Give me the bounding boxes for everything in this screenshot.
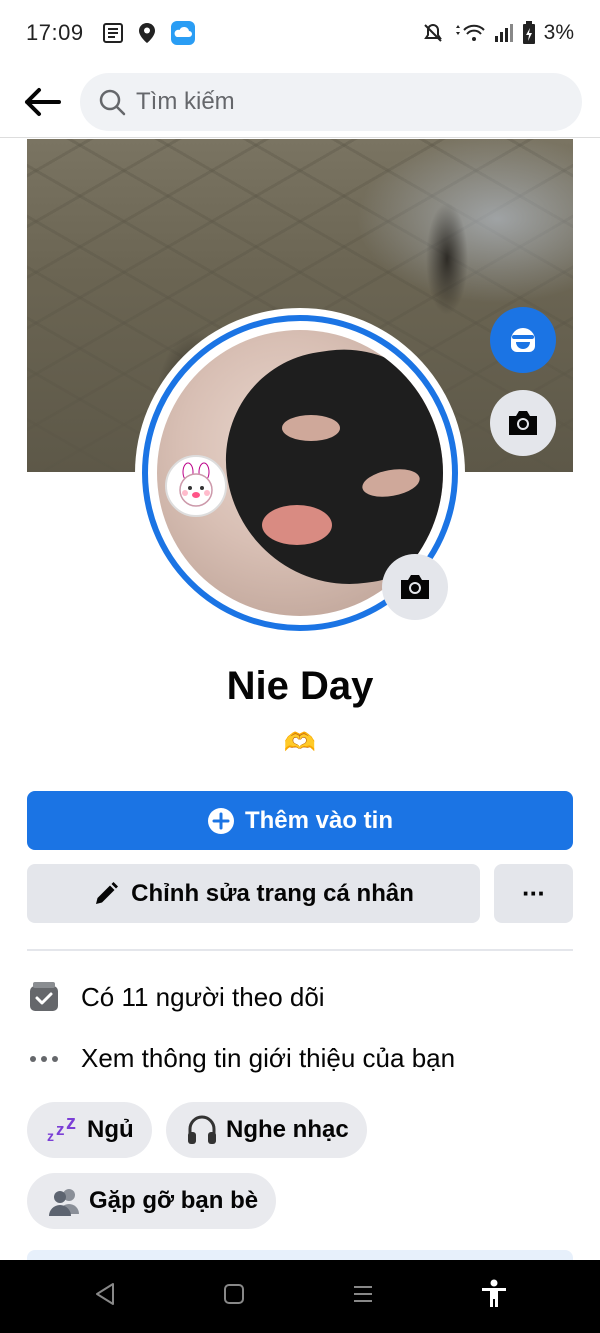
profile-bio: 🫶	[283, 727, 317, 757]
nav-home-icon[interactable]	[222, 1282, 246, 1311]
followers-text: Có 11 người theo dõi	[81, 981, 325, 1012]
svg-text:z: z	[56, 1120, 65, 1139]
battery-percent: 3%	[543, 21, 574, 44]
followers-row[interactable]: Có 11 người theo dõi	[27, 980, 325, 1014]
cover-camera-button[interactable]	[490, 390, 556, 456]
more-options-button[interactable]: ···	[494, 864, 573, 923]
headphones-icon	[188, 1115, 216, 1144]
camera-icon	[509, 411, 537, 435]
about-text: Xem thông tin giới thiệu của bạn	[81, 1043, 456, 1073]
plus-circle-icon	[207, 807, 234, 834]
hobby-chip-music[interactable]: Nghe nhạc	[166, 1102, 367, 1158]
edit-profile-label: Chỉnh sửa trang cá nhân	[131, 879, 414, 907]
hobby-label: Gặp gỡ bạn bè	[89, 1187, 259, 1214]
followers-icon	[27, 980, 61, 1014]
search-icon	[98, 88, 126, 116]
top-bar	[0, 66, 600, 138]
section-divider	[27, 949, 573, 951]
more-options-icon: ···	[522, 878, 546, 908]
avatar-creator-button[interactable]	[490, 307, 556, 373]
people-icon	[49, 1189, 79, 1216]
edit-profile-button[interactable]: Chỉnh sửa trang cá nhân	[27, 864, 480, 923]
battery-icon	[522, 21, 536, 45]
wifi-icon	[452, 22, 486, 44]
svg-text:z: z	[47, 1128, 54, 1144]
zzz-icon: zzz	[47, 1116, 76, 1144]
hobby-chip-sleep[interactable]: zzz Ngủ	[27, 1102, 152, 1158]
pencil-icon	[96, 881, 119, 904]
svg-text:z: z	[66, 1116, 76, 1134]
ellipsis-icon	[27, 1055, 61, 1063]
camera-icon	[401, 575, 429, 599]
profile-name: Nie Day	[226, 664, 374, 708]
status-bar: 17:09 3%	[0, 0, 600, 66]
avatar-face-icon	[511, 328, 535, 352]
mouth-shape	[262, 505, 332, 545]
news-icon	[102, 22, 124, 44]
system-nav-bar	[0, 1260, 600, 1333]
bunny-sticker-icon	[165, 455, 227, 517]
search-input[interactable]	[136, 87, 516, 116]
nav-recents-icon[interactable]	[351, 1282, 375, 1311]
hobby-label: Ngủ	[87, 1116, 134, 1143]
add-story-label: Thêm vào tin	[244, 806, 394, 834]
cloud-app-icon	[170, 20, 196, 46]
hobby-label: Nghe nhạc	[226, 1116, 349, 1143]
about-row[interactable]: Xem thông tin giới thiệu của bạn	[27, 1043, 455, 1074]
accessibility-icon[interactable]	[480, 1279, 508, 1314]
back-button[interactable]	[20, 80, 64, 124]
search-bar[interactable]	[80, 72, 582, 131]
mute-icon	[422, 22, 444, 44]
location-icon	[138, 22, 156, 44]
add-story-button[interactable]: Thêm vào tin	[27, 791, 573, 850]
hobby-chip-friends[interactable]: Gặp gỡ bạn bè	[27, 1173, 277, 1229]
status-time: 17:09	[26, 20, 84, 45]
back-arrow-icon	[25, 87, 61, 116]
profile-camera-button[interactable]	[382, 554, 448, 620]
nav-back-icon[interactable]	[93, 1281, 117, 1312]
signal-icon	[494, 23, 514, 43]
eye-shape-left	[282, 415, 340, 441]
